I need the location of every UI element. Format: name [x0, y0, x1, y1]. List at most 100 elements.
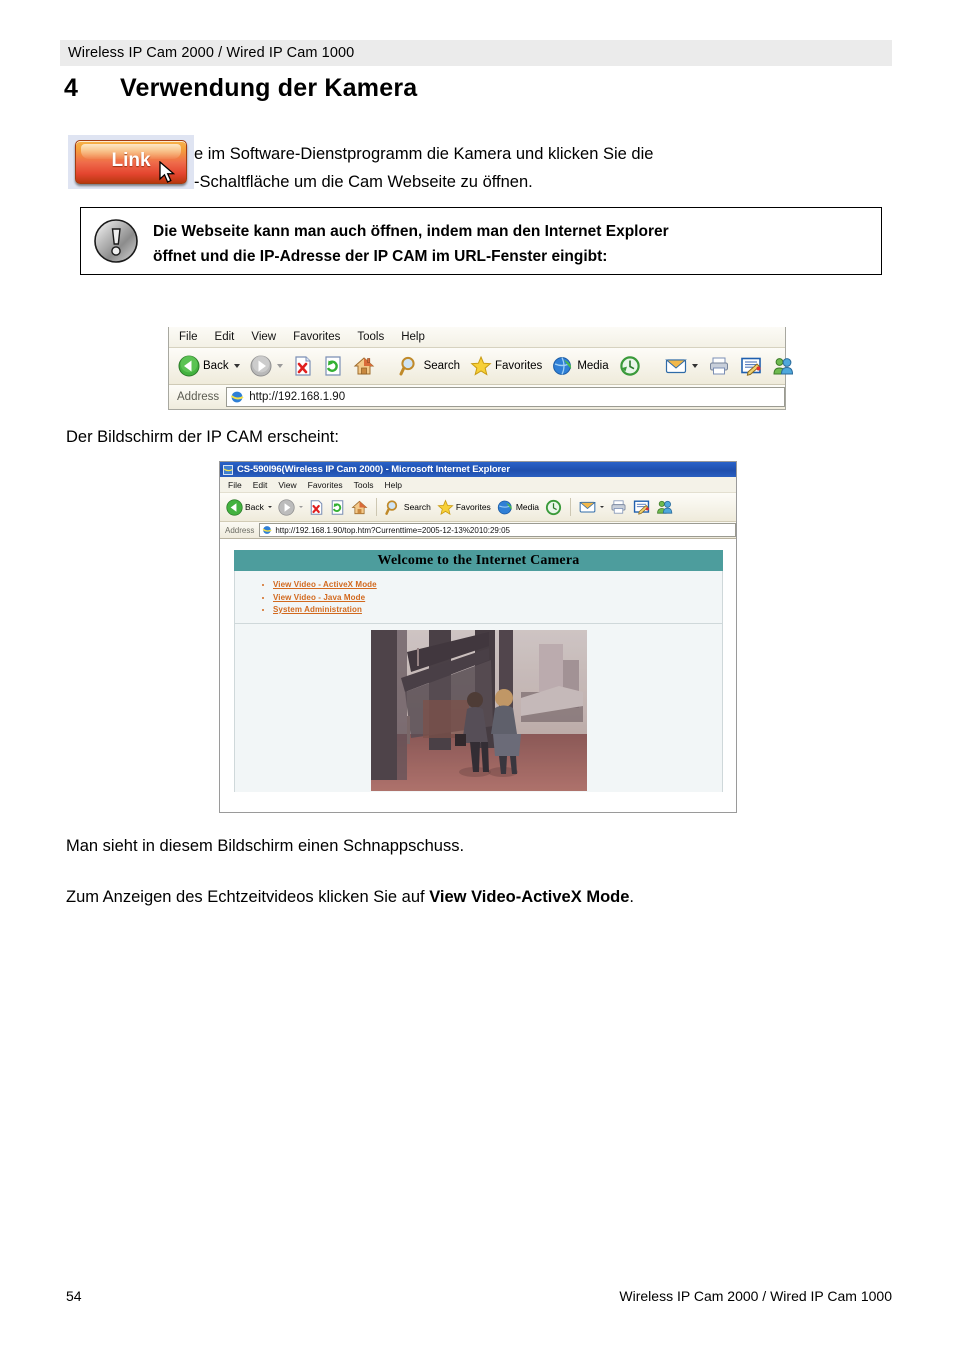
refresh-button[interactable]	[320, 354, 346, 378]
favorites-button-label: Favorites	[495, 360, 543, 372]
stop-button[interactable]	[290, 354, 316, 378]
history-button[interactable]	[616, 354, 644, 378]
messenger-button[interactable]	[769, 355, 797, 377]
edit-button[interactable]	[737, 355, 765, 377]
footer-page-number: 54	[66, 1288, 82, 1304]
window-forward-button[interactable]	[276, 498, 305, 516]
link-system-administration[interactable]: System Administration	[273, 604, 722, 617]
window-toolbar: Back Search Favorites Media	[220, 493, 736, 522]
caption-echtzeit: Zum Anzeigen des Echtzeitvideos klicken …	[66, 883, 634, 911]
ie-favicon-icon	[262, 526, 273, 534]
window-menu-item-favorites[interactable]: Favorites	[308, 480, 343, 490]
menu-item-help[interactable]: Help	[401, 331, 425, 343]
window-media-button[interactable]: Media	[495, 499, 541, 516]
menu-item-file[interactable]: File	[179, 331, 198, 343]
mouse-cursor-icon	[159, 161, 176, 183]
window-messenger-button[interactable]	[654, 499, 675, 515]
stop-icon	[310, 499, 323, 515]
camera-snapshot-area	[235, 624, 722, 792]
star-icon	[470, 355, 492, 376]
window-favorites-button[interactable]: Favorites	[435, 499, 493, 516]
mail-icon	[579, 501, 596, 513]
ie-favicon-icon	[230, 391, 244, 403]
link-view-video-activex[interactable]: View Video - ActiveX Mode	[273, 579, 722, 592]
window-toolbar-separator-1	[375, 498, 377, 516]
stop-icon	[294, 356, 311, 376]
window-title: CS-590I96(Wireless IP Cam 2000) - Micros…	[237, 464, 510, 475]
ie-menubar: File Edit View Favorites Tools Help	[169, 327, 785, 348]
refresh-icon	[331, 499, 344, 515]
back-button-label: Back	[203, 360, 229, 372]
window-search-label: Search	[403, 502, 431, 512]
caption-schnappschuss: Man sieht in diesem Bildschirm einen Sch…	[66, 837, 465, 855]
window-mail-button[interactable]	[577, 500, 606, 514]
window-home-button[interactable]	[349, 499, 370, 516]
window-toolbar-separator-2	[569, 498, 571, 516]
window-menu-item-help[interactable]: Help	[384, 480, 401, 490]
address-value: http://192.168.1.90	[249, 391, 346, 403]
window-menu-item-edit[interactable]: Edit	[253, 480, 268, 490]
window-icon	[223, 464, 233, 475]
search-icon	[385, 499, 398, 515]
forward-button[interactable]	[247, 354, 286, 378]
window-stop-button[interactable]	[307, 499, 326, 516]
mail-chevron-down-icon[interactable]	[691, 364, 698, 368]
menu-item-edit[interactable]: Edit	[215, 331, 235, 343]
favorites-button[interactable]: Favorites	[467, 354, 545, 378]
media-icon	[553, 357, 572, 375]
link-button-figure: Link	[68, 135, 194, 189]
media-button[interactable]: Media	[549, 354, 611, 378]
forward-chevron-down-icon	[276, 364, 283, 368]
address-input[interactable]: http://192.168.1.90	[226, 387, 785, 407]
menu-item-view[interactable]: View	[251, 331, 276, 343]
window-print-button[interactable]	[608, 499, 629, 515]
search-button-label: Search	[423, 360, 461, 372]
window-menu-item-view[interactable]: View	[278, 480, 296, 490]
page-title: 4 Verwendung der Kamera	[64, 74, 417, 103]
window-back-label: Back	[245, 502, 264, 512]
mail-chevron-down-icon[interactable]	[599, 506, 604, 508]
refresh-icon	[324, 356, 341, 376]
camera-page-body: View Video - ActiveX Mode View Video - J…	[234, 571, 723, 792]
menu-item-tools[interactable]: Tools	[357, 331, 384, 343]
window-menu-item-tools[interactable]: Tools	[354, 480, 374, 490]
window-edit-button[interactable]	[631, 499, 652, 515]
window-back-button[interactable]: Back	[224, 498, 274, 516]
forward-chevron-down-icon	[298, 506, 303, 508]
edit-icon	[633, 500, 650, 515]
footer-running-foot: Wireless IP Cam 2000 / Wired IP Cam 1000	[619, 1288, 892, 1304]
note-line-2: öffnet und die IP-Adresse der IP CAM im …	[153, 248, 608, 265]
home-button[interactable]	[350, 354, 378, 378]
chevron-down-icon[interactable]	[267, 506, 272, 508]
camera-page-banner: Welcome to the Internet Camera	[234, 550, 723, 571]
caption-echtzeit-suffix: .	[629, 888, 634, 906]
back-button[interactable]: Back	[175, 354, 243, 378]
history-icon	[545, 499, 562, 515]
mail-button[interactable]	[662, 356, 701, 376]
search-button[interactable]: Search	[396, 354, 463, 378]
window-address-label: Address	[225, 525, 255, 535]
window-search-button[interactable]: Search	[383, 499, 433, 516]
window-history-button[interactable]	[543, 499, 564, 516]
exclamation-icon	[94, 219, 138, 263]
home-icon	[353, 357, 374, 375]
window-refresh-button[interactable]	[328, 499, 347, 516]
messenger-icon	[773, 358, 793, 375]
chapter-number: 4	[64, 74, 79, 102]
window-address-input[interactable]: http://192.168.1.90/top.htm?Currenttime=…	[259, 523, 736, 537]
forward-arrow-icon	[250, 355, 272, 377]
camera-page-content: Welcome to the Internet Camera View Vide…	[220, 539, 736, 812]
messenger-icon	[657, 500, 673, 514]
camera-page-links: View Video - ActiveX Mode View Video - J…	[235, 571, 722, 624]
menu-item-favorites[interactable]: Favorites	[293, 331, 340, 343]
window-menu-item-file[interactable]: File	[228, 480, 242, 490]
back-arrow-icon	[226, 498, 243, 516]
chevron-down-icon[interactable]	[233, 364, 240, 368]
media-button-label: Media	[577, 360, 609, 372]
window-favorites-label: Favorites	[455, 502, 491, 512]
print-button[interactable]	[705, 355, 733, 377]
back-arrow-icon	[178, 355, 200, 377]
link-view-video-java[interactable]: View Video - Java Mode	[273, 592, 722, 605]
forward-arrow-icon	[278, 498, 295, 516]
window-address-value: http://192.168.1.90/top.htm?Currenttime=…	[275, 525, 510, 535]
